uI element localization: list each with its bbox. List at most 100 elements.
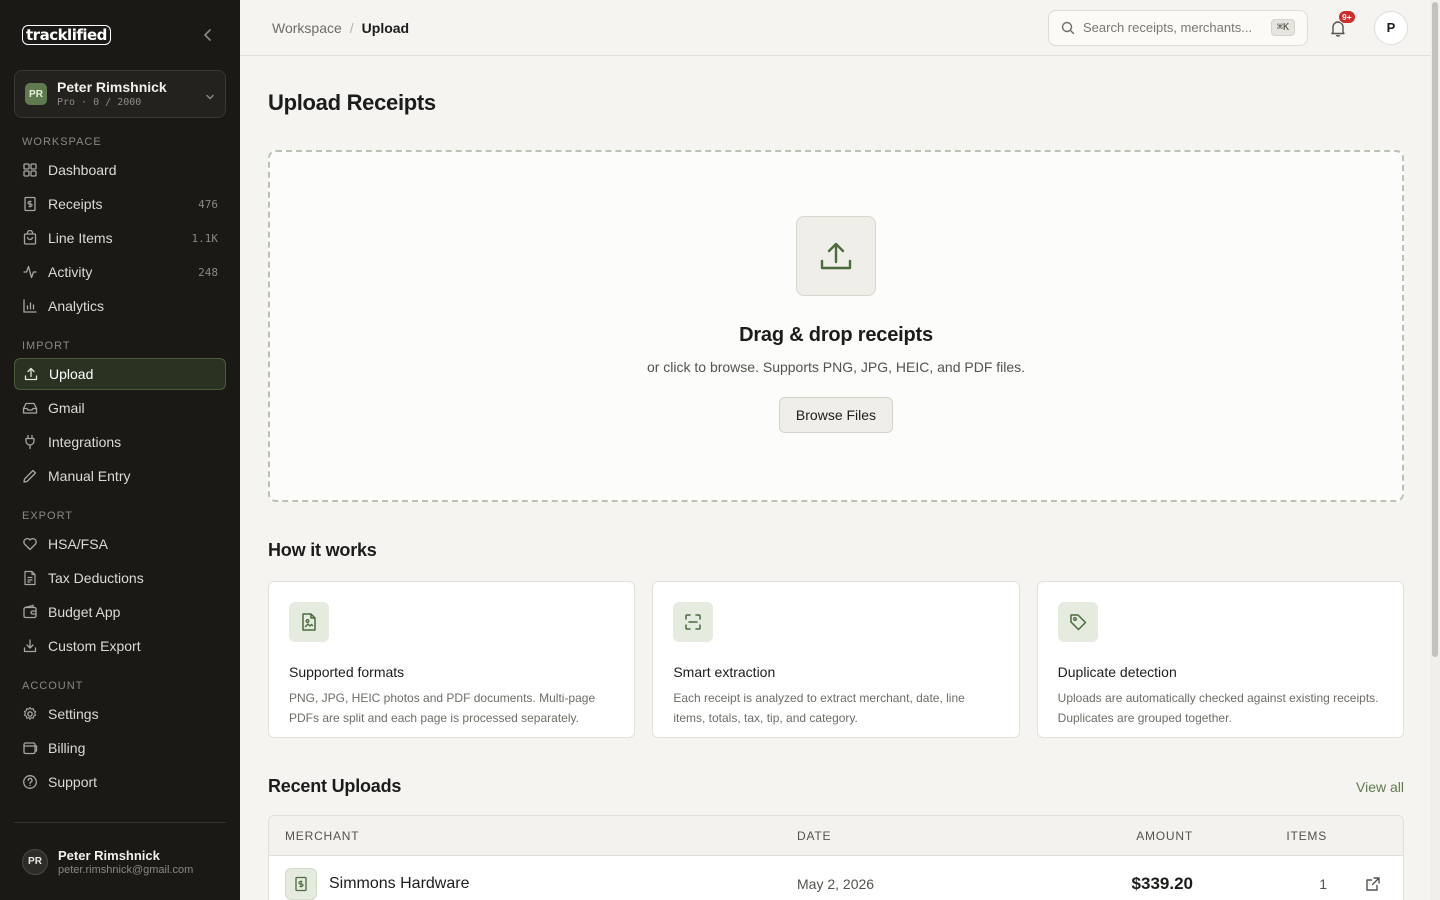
info-card: Smart extraction Each receipt is analyze… [652, 581, 1020, 738]
heart-icon [22, 536, 38, 552]
main-area: Workspace / Upload ⌘K 9+ P Upload Receip… [240, 0, 1440, 900]
page-title: Upload Receipts [268, 90, 436, 115]
receipt-icon [285, 868, 317, 900]
notifications-button[interactable]: 9+ [1330, 9, 1356, 37]
search-icon [1061, 21, 1075, 35]
collapse-sidebar-icon[interactable] [200, 27, 216, 43]
sidebar-item-support[interactable]: Support [14, 766, 226, 798]
card-description: Uploads are automatically checked agains… [1057, 691, 1379, 725]
download-icon [22, 638, 38, 654]
user-menu-button[interactable]: P [1374, 10, 1408, 45]
sidebar-item-dashboard[interactable]: Dashboard [14, 154, 226, 186]
column-merchant[interactable]: MERCHANT [269, 829, 797, 843]
sidebar-item-label: Line Items [48, 230, 113, 246]
notification-badge: 9+ [1338, 9, 1356, 24]
page-scrollbar[interactable] [1430, 0, 1440, 900]
column-items[interactable]: ITEMS [1193, 829, 1327, 843]
sidebar-item-label: Support [48, 774, 98, 790]
table-header: MERCHANT DATE AMOUNT ITEMS [269, 816, 1403, 856]
card-description: PNG, JPG, HEIC photos and PDF documents.… [289, 691, 596, 725]
breadcrumb-workspace[interactable]: Workspace [272, 20, 342, 36]
section-label-account: ACCOUNT [22, 680, 84, 692]
sidebar-item-settings[interactable]: Settings [14, 698, 226, 730]
sidebar-user[interactable]: PR Peter Rimshnick peter.rimshnick@gmail… [14, 822, 226, 900]
sidebar-item-label: Billing [48, 740, 86, 756]
sidebar-item-label: Receipts [48, 196, 103, 212]
sidebar-item-gmail[interactable]: Gmail [14, 392, 226, 424]
recent-uploads-table: MERCHANT DATE AMOUNT ITEMS Simmons Hardw… [268, 815, 1404, 900]
plug-icon [22, 434, 38, 450]
help-circle-icon [22, 774, 38, 790]
sidebar-item-label: Dashboard [48, 162, 117, 178]
sidebar-item-tax-deductions[interactable]: Tax Deductions [14, 562, 226, 594]
scan-icon [673, 602, 714, 642]
sidebar-item-label: Settings [48, 706, 99, 722]
upload-items: 1 [1319, 876, 1327, 892]
merchant-name: Simmons Hardware [329, 875, 470, 892]
bar-chart-icon [22, 298, 38, 314]
upload-amount: $339.20 [1131, 874, 1193, 893]
chevron-down-icon [205, 89, 215, 100]
column-amount[interactable]: AMOUNT [1037, 829, 1193, 843]
sidebar-item-label: Integrations [48, 434, 122, 450]
column-date[interactable]: DATE [797, 829, 1037, 843]
mail-icon [22, 400, 38, 416]
table-row[interactable]: Simmons Hardware May 2, 2026 $339.20 1 [269, 856, 1403, 900]
browse-files-button[interactable]: Browse Files [778, 397, 894, 433]
upload-date: May 2, 2026 [797, 876, 875, 892]
app-shell: tracklified PR Peter Rimshnick Pro · 0 /… [0, 0, 1440, 900]
dropzone-subtitle: or click to browse. Supports PNG, JPG, H… [646, 359, 1026, 375]
sidebar-item-integrations[interactable]: Integrations [14, 426, 226, 458]
sidebar-item-count: 1.1K [191, 231, 219, 245]
receipt-icon [22, 196, 38, 212]
sidebar-item-count: 248 [198, 265, 218, 279]
sidebar-item-label: Budget App [48, 604, 121, 620]
sidebar-item-hsa-fsa[interactable]: HSA/FSA [14, 528, 226, 560]
app-logo[interactable]: tracklified [22, 25, 111, 45]
view-all-link[interactable]: View all [1356, 779, 1404, 795]
sidebar-nav: WORKSPACE Dashboard Receipts 476 Line Items 1… [0, 118, 240, 800]
account-plan: Pro · 0 / 2000 [57, 97, 142, 109]
sidebar-item-label: Upload [49, 366, 94, 382]
dropzone-title: Drag & drop receipts [739, 324, 933, 346]
user-email: peter.rimshnick@gmail.com [58, 863, 194, 876]
how-it-works-title: How it works [268, 540, 377, 560]
upload-dropzone[interactable]: Drag & drop receipts or click to browse.… [268, 150, 1404, 502]
upload-icon [23, 366, 39, 382]
sidebar-item-analytics[interactable]: Analytics [14, 290, 226, 322]
credit-card-icon [22, 740, 38, 756]
card-title: Duplicate detection [1057, 664, 1177, 680]
sidebar-item-budget-app[interactable]: Budget App [14, 596, 226, 628]
how-it-works-cards: Supported formats PNG, JPG, HEIC photos … [268, 581, 1404, 738]
card-description: Each receipt is analyzed to extract merc… [673, 691, 965, 725]
account-switcher[interactable]: PR Peter Rimshnick Pro · 0 / 2000 [14, 70, 226, 118]
sidebar-item-label: Custom Export [48, 638, 141, 654]
sidebar-item-count: 476 [198, 197, 218, 211]
sidebar-item-upload[interactable]: Upload [14, 358, 226, 390]
sidebar-item-activity[interactable]: Activity 248 [14, 256, 226, 288]
account-name: Peter Rimshnick [57, 78, 167, 95]
sidebar: tracklified PR Peter Rimshnick Pro · 0 /… [0, 0, 240, 900]
activity-icon [22, 264, 38, 280]
external-link-icon[interactable] [1365, 876, 1381, 892]
tag-icon [1057, 602, 1098, 642]
search-input[interactable] [1083, 20, 1263, 35]
sidebar-item-line-items[interactable]: Line Items 1.1K [14, 222, 226, 254]
sidebar-item-custom-export[interactable]: Custom Export [14, 630, 226, 662]
pencil-icon [22, 468, 38, 484]
section-label-export: EXPORT [22, 510, 74, 522]
sidebar-item-receipts[interactable]: Receipts 476 [14, 188, 226, 220]
document-icon [22, 570, 38, 586]
recent-uploads-header: Recent Uploads View all [268, 776, 1404, 797]
wallet-icon [22, 604, 38, 620]
sidebar-item-billing[interactable]: Billing [14, 732, 226, 764]
search-box[interactable]: ⌘K [1048, 9, 1308, 46]
info-card: Duplicate detection Uploads are automati… [1036, 581, 1404, 738]
scrollbar-thumb[interactable] [1432, 2, 1438, 657]
sidebar-item-manual-entry[interactable]: Manual Entry [14, 460, 226, 492]
breadcrumb: Workspace / Upload [272, 20, 1048, 36]
recent-uploads-title: Recent Uploads [268, 776, 402, 796]
section-label-import: IMPORT [22, 340, 71, 352]
breadcrumb-upload: Upload [361, 19, 410, 36]
sidebar-item-label: Gmail [48, 400, 85, 416]
